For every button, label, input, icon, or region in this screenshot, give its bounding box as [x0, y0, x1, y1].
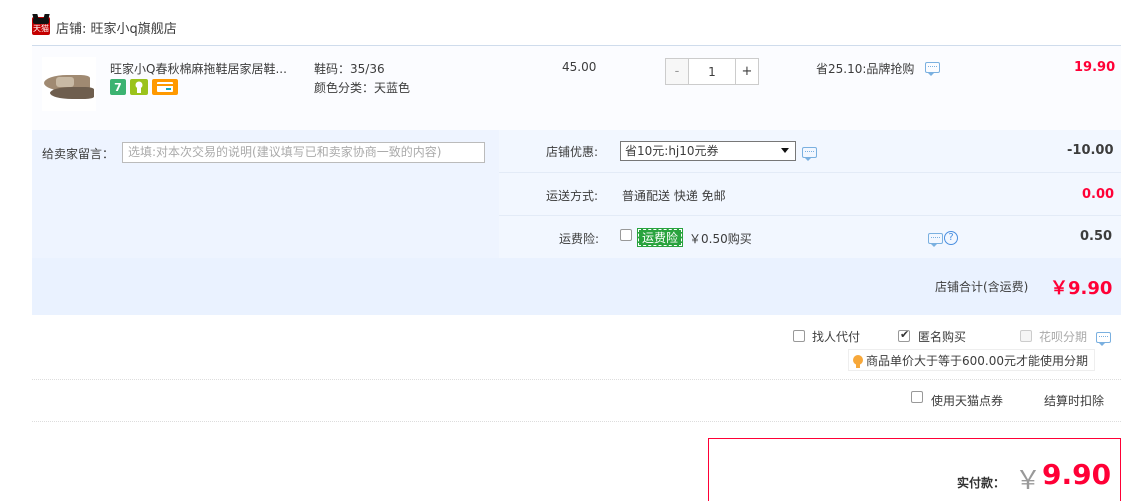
seven-day-return-icon[interactable]: 7	[110, 79, 126, 95]
credit-card-icon[interactable]	[152, 79, 178, 95]
installment-label: 花呗分期	[1039, 330, 1088, 344]
insurance-value: 0.50	[1080, 229, 1113, 244]
use-points-label[interactable]: 使用天猫点券	[931, 392, 1003, 409]
product-thumbnail[interactable]	[42, 57, 96, 111]
currency-symbol: ￥	[1015, 466, 1042, 496]
shipping-label: 运送方式:	[546, 189, 599, 203]
insurance-checkbox[interactable]	[620, 229, 632, 241]
divider	[32, 421, 1121, 422]
chevron-down-icon	[781, 148, 789, 153]
color-attribute: 颜色分类：天蓝色	[314, 81, 411, 95]
quantity-increase-button[interactable]: +	[735, 59, 758, 84]
shipping-fee: 0.00	[1082, 187, 1115, 202]
installment-tip: 商品单价大于等于600.00元才能使用分期	[848, 349, 1095, 371]
shipping-method: 普通配送 快递 免邮	[622, 189, 726, 203]
divider	[499, 215, 1121, 216]
message-input[interactable]: 选填:对本次交易的说明(建议填写已和卖家协商一致的内容)	[122, 142, 485, 163]
points-note: 结算时扣除	[1044, 394, 1105, 408]
lightbulb-icon	[853, 355, 863, 368]
proxy-pay-checkbox[interactable]	[793, 330, 805, 342]
proxy-pay-label[interactable]: 找人代付	[812, 328, 860, 345]
size-attribute: 鞋码：35/36	[314, 62, 385, 76]
use-points-checkbox[interactable]	[911, 391, 923, 403]
discount-chat-icon[interactable]	[802, 147, 817, 161]
quantity-input[interactable]: 1	[689, 59, 735, 84]
divider	[32, 379, 1121, 380]
order-item-row	[32, 45, 1121, 130]
payment-label: 实付款：	[957, 476, 1006, 490]
unit-price: 45.00	[562, 60, 597, 74]
shop-name-link[interactable]: 店铺: 旺家小q旗舰店	[56, 18, 177, 37]
help-icon[interactable]: ?	[944, 231, 958, 245]
insurance-chat-icon[interactable]	[928, 233, 943, 247]
shop-discount-value: -10.00	[1067, 143, 1114, 158]
shop-discount-select[interactable]: 省10元:hj10元券	[620, 141, 796, 161]
shop-total-value: ￥9.90	[1050, 278, 1113, 299]
shop-discount-selected: 省10元:hj10元券	[625, 144, 719, 158]
promo-chat-icon[interactable]	[925, 62, 940, 76]
installment-tip-text: 商品单价大于等于600.00元才能使用分期	[866, 353, 1088, 368]
quantity-stepper: - 1 +	[665, 58, 759, 85]
shop-discount-label: 店铺优惠:	[546, 145, 599, 159]
quantity-decrease-button[interactable]: -	[666, 59, 689, 84]
installment-checkbox[interactable]	[1020, 330, 1032, 342]
message-label: 给卖家留言：	[42, 147, 115, 161]
anonymous-checkbox[interactable]	[898, 328, 910, 342]
payment-amount: 9.90	[1042, 458, 1112, 491]
insurance-price: ￥0.50购买	[689, 232, 752, 246]
installment-chat-icon[interactable]	[1096, 332, 1111, 346]
insurance-tag: 运费险	[636, 228, 684, 247]
tmall-logo-icon: 天猫	[32, 14, 50, 35]
item-subtotal: 19.90	[1074, 60, 1116, 75]
anonymous-label[interactable]: 匿名购买	[918, 328, 966, 345]
insurance-label: 运费险:	[559, 232, 600, 246]
product-title-link[interactable]: 旺家小Q春秋棉麻拖鞋居家居鞋...	[110, 60, 287, 77]
service-badges: 7	[110, 79, 178, 95]
divider	[499, 172, 1121, 173]
shop-total-label: 店铺合计(含运费)	[935, 280, 1029, 294]
promotion-text: 省25.10:品牌抢购	[816, 62, 915, 76]
quality-medal-icon[interactable]	[130, 79, 148, 95]
tmall-logo-text: 天猫	[33, 24, 49, 33]
